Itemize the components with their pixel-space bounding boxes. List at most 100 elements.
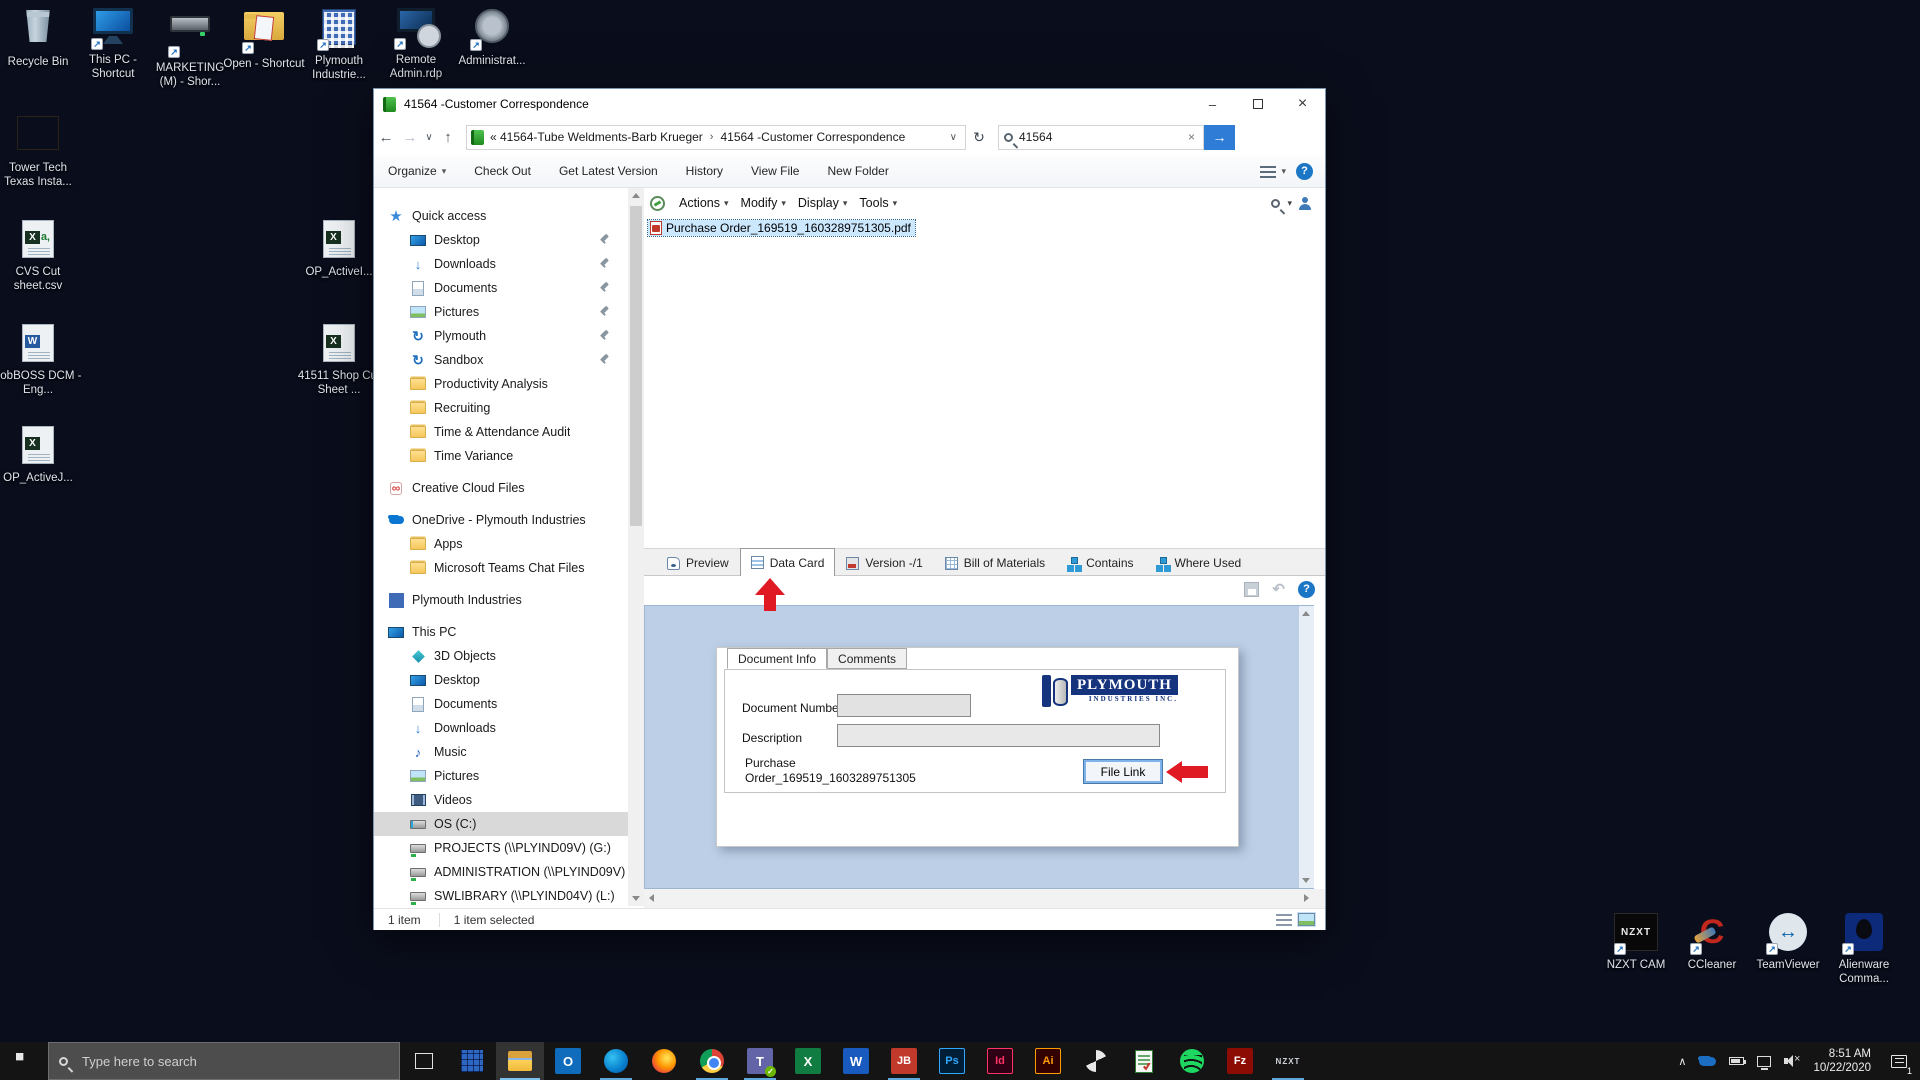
sidebar-item-videos[interactable]: Videos [374,788,628,812]
description-field[interactable] [837,724,1160,747]
taskbar-word[interactable]: W [832,1042,880,1080]
zoom-icon[interactable] [1271,198,1281,208]
tray-expand-icon[interactable]: ∧ [1678,1055,1686,1068]
clear-search-icon[interactable]: × [1185,130,1198,144]
taskbar-jobboss[interactable]: JB [880,1042,928,1080]
sidebar-item-desktop-pc[interactable]: Desktop [374,668,628,692]
history-button[interactable]: History [672,164,737,178]
desktop-icon-jobboss-dcm[interactable]: W JobBOSS DCM - Eng... [0,322,82,397]
search-go-button[interactable]: → [1204,124,1235,150]
refresh-button[interactable]: ↻ [966,129,992,146]
new-folder-button[interactable]: New Folder [813,164,902,178]
taskbar-search[interactable] [48,1042,400,1080]
taskbar-spotify[interactable] [1168,1042,1216,1080]
desktop-icon-plymouth-industries[interactable]: ↗ Plymouth Industrie... [295,6,383,82]
tab-comments[interactable]: Comments [827,648,908,669]
scroll-left-icon[interactable] [649,894,654,902]
sidebar-item-apps[interactable]: Apps [374,532,628,556]
desktop-icon-remote-admin[interactable]: ↗ Remote Admin.rdp [372,6,460,81]
save-icon[interactable] [1244,581,1260,597]
taskbar-photoshop[interactable]: Ps [928,1042,976,1080]
horizontal-scrollbar[interactable] [644,889,1314,908]
details-view-icon[interactable] [1276,913,1292,926]
sidebar-scrollbar[interactable] [628,188,644,906]
taskbar-edge[interactable] [592,1042,640,1080]
taskbar-app-grid[interactable] [448,1042,496,1080]
menu-display[interactable]: Display ▾ [794,196,856,210]
address-box[interactable]: « 41564-Tube Weldments-Barb Krueger › 41… [466,124,966,150]
scroll-up-icon[interactable] [632,193,640,198]
sidebar-item-this-pc[interactable]: This PC [374,620,628,644]
help-button[interactable]: ? [1296,162,1313,180]
address-dropdown[interactable]: ∨ [946,132,961,143]
search-input[interactable] [1019,130,1185,144]
file-row-selected[interactable]: Purchase Order_169519_1603289751305.pdf [647,219,916,237]
sidebar-item-quick-access[interactable]: ★ Quick access [374,204,628,228]
taskbar-clock[interactable]: 8:51 AM 10/22/2020 [1813,1047,1871,1075]
taskbar-document-app[interactable] [1120,1042,1168,1080]
desktop-icon-teamviewer[interactable]: ↔ ↗ TeamViewer [1744,912,1832,972]
desktop-icon-tower-tech[interactable]: Tower Tech Texas Insta... [0,112,82,189]
view-file-button[interactable]: View File [737,164,813,178]
sidebar-item-time-variance[interactable]: Time Variance [374,444,628,468]
sidebar-item-teams-chat-files[interactable]: Microsoft Teams Chat Files [374,556,628,580]
undo-icon[interactable]: ↶ [1272,580,1285,598]
taskbar-nzxt[interactable]: NZXT [1264,1042,1312,1080]
taskbar-file-explorer[interactable] [496,1042,544,1080]
thumbnail-view-icon[interactable] [1298,913,1315,926]
sidebar-item-time-attendance-audit[interactable]: Time & Attendance Audit [374,420,628,444]
forward-button[interactable]: → [398,129,422,146]
action-center-button[interactable]: 1 [1884,1042,1914,1080]
zoom-dropdown-icon[interactable]: ▾ [1287,198,1292,209]
taskbar-firefox[interactable] [640,1042,688,1080]
sidebar-item-documents-pc[interactable]: Documents [374,692,628,716]
scrollbar-thumb[interactable] [630,206,642,526]
taskbar-outlook[interactable]: O [544,1042,592,1080]
title-bar[interactable]: 41564 -Customer Correspondence – × [374,89,1325,119]
desktop-icon-nzxt-cam[interactable]: NZXT ↗ NZXT CAM [1592,912,1680,972]
taskbar-filezilla[interactable]: Fz [1216,1042,1264,1080]
sidebar-item-downloads[interactable]: ↓ Downloads [374,252,628,276]
tab-contains[interactable]: Contains [1056,550,1144,575]
sidebar-item-plymouth-industries[interactable]: Plymouth Industries [374,588,628,612]
sidebar-item-downloads-pc[interactable]: ↓ Downloads [374,716,628,740]
sidebar-item-os-c[interactable]: OS (C:) [374,812,628,836]
scroll-right-icon[interactable] [1304,894,1309,902]
desktop-icon-op-active-2[interactable]: X OP_ActiveI... [295,218,383,279]
menu-modify[interactable]: Modify ▾ [737,196,794,210]
sidebar-item-desktop[interactable]: Desktop [374,228,628,252]
taskbar-indesign[interactable]: Id [976,1042,1024,1080]
task-view-button[interactable] [400,1042,448,1080]
sidebar-item-music[interactable]: ♪ Music [374,740,628,764]
back-button[interactable]: ← [374,129,398,146]
get-latest-version-button[interactable]: Get Latest Version [545,164,672,178]
taskbar-acrobat[interactable] [1072,1042,1120,1080]
change-view-button[interactable]: ▾ [1260,164,1286,178]
volume-muted-icon[interactable] [1784,1053,1800,1067]
start-button[interactable] [0,1042,48,1080]
desktop-icon-41511-shop-cut-sheet[interactable]: X 41511 Shop Cut Sheet ... [295,322,383,397]
sidebar-item-creative-cloud-files[interactable]: Creative Cloud Files [374,476,628,500]
onedrive-tray-icon[interactable] [1699,1056,1717,1066]
desktop-icon-alienware[interactable]: ↗ Alienware Comma... [1820,912,1908,986]
search-box[interactable]: × [998,124,1204,150]
tab-preview[interactable]: Preview [656,550,740,575]
desktop-icon-op-active-1[interactable]: X OP_ActiveJ... [0,424,82,485]
scroll-down-icon[interactable] [632,896,640,901]
desktop-icon-administrator[interactable]: ↗ Administrat... [448,6,536,68]
check-out-button[interactable]: Check Out [460,164,545,178]
sidebar-item-recruiting[interactable]: Recruiting [374,396,628,420]
scroll-down-icon[interactable] [1302,878,1310,883]
breadcrumb-current[interactable]: 41564 -Customer Correspondence [720,130,905,144]
tab-where-used[interactable]: Where Used [1145,550,1253,575]
tab-document-info[interactable]: Document Info [727,648,828,669]
taskbar-search-input[interactable] [82,1053,389,1069]
sidebar-item-3d-objects[interactable]: 3D Objects [374,644,628,668]
sidebar-item-pictures[interactable]: Pictures [374,300,628,324]
taskbar-illustrator[interactable]: Ai [1024,1042,1072,1080]
network-icon[interactable] [1757,1055,1772,1070]
up-button[interactable]: ↑ [436,129,460,146]
taskbar-chrome[interactable] [688,1042,736,1080]
sidebar-item-pictures-pc[interactable]: Pictures [374,764,628,788]
tab-data-card[interactable]: Data Card [739,548,836,576]
